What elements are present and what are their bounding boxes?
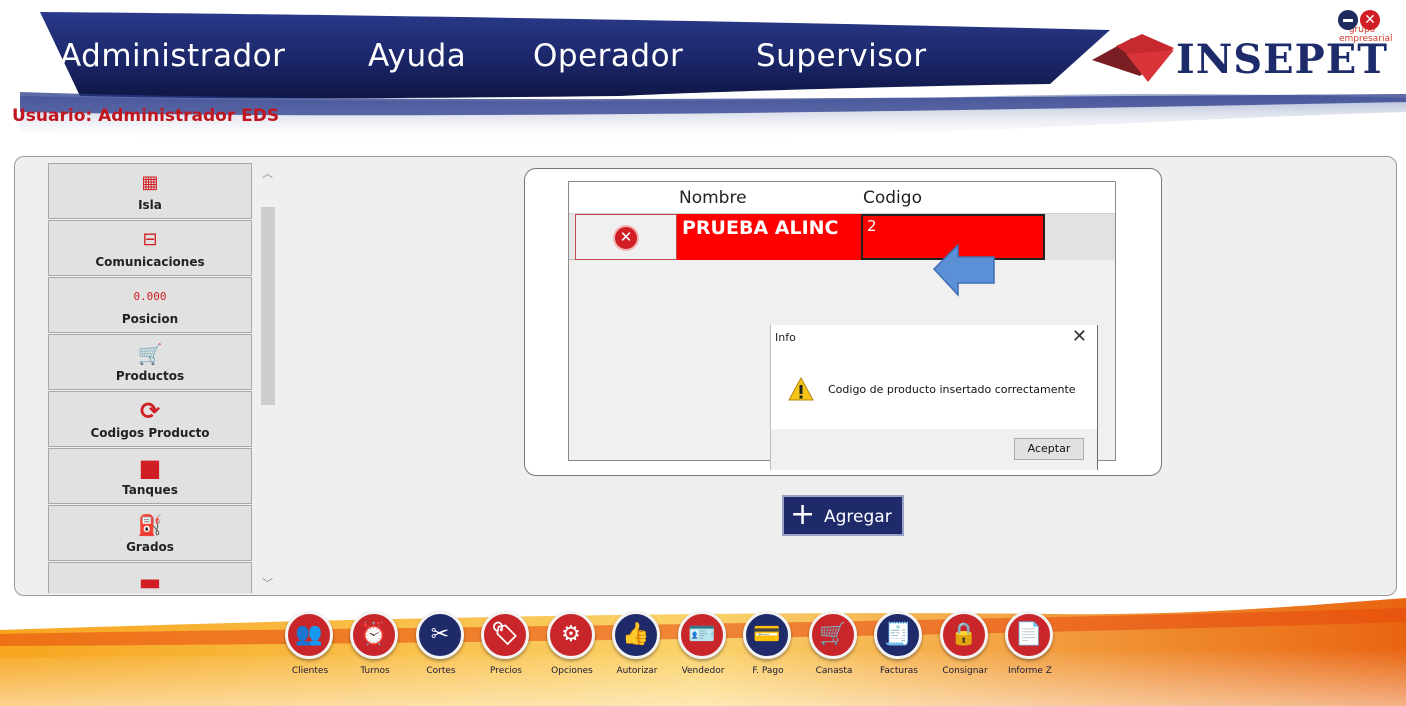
sidebar-scrollbar[interactable]: ︿ ﹀ (259, 163, 276, 593)
arrow-left-icon (932, 243, 995, 297)
sidebar-item-label: Posicion (121, 312, 179, 326)
digital-display-icon: 0.000 (133, 290, 167, 303)
cell-nombre[interactable]: PRUEBA ALINC (677, 214, 861, 260)
accept-button[interactable]: Aceptar (1014, 438, 1084, 460)
table-row[interactable]: ✕ PRUEBA ALINC 2 (569, 214, 1115, 260)
network-icon: ⊟ (142, 229, 158, 250)
sidebar-item-comunicaciones[interactable]: ⊟ Comunicaciones (48, 220, 252, 276)
delete-icon[interactable]: ✕ (613, 225, 639, 251)
sidebar-item-label: Comunicaciones (95, 255, 205, 269)
price-tag-icon: 🏷 (481, 611, 529, 659)
sidebar-item-label: Tanques (122, 483, 178, 497)
invoice-icon: 🧾 (874, 611, 922, 659)
payment-card-icon: 💳 (743, 611, 791, 659)
dialog-close-icon[interactable]: ✕ (1072, 326, 1087, 347)
delete-row-button[interactable]: ✕ (575, 214, 677, 260)
plus-icon: + (790, 497, 816, 532)
info-dialog: Info ✕ Codigo de producto insertado corr… (770, 325, 1098, 470)
sidebar: ▦ Isla ⊟ Comunicaciones 0.000 Posicion 🛒… (48, 163, 252, 593)
minimize-button[interactable] (1338, 10, 1358, 30)
sidebar-item-partial[interactable]: ▬ (48, 562, 252, 593)
refresh-icon: ⟳ (139, 397, 161, 425)
alarm-clock-icon: ⏰ (350, 611, 398, 659)
grid-header: Nombre Codigo (569, 182, 1115, 214)
sidebar-item-posicion[interactable]: 0.000 Posicion (48, 277, 252, 333)
fuel-nozzle-icon: ⛽ (137, 513, 163, 537)
safe-icon: 🔒 (940, 611, 988, 659)
sidebar-item-isla[interactable]: ▦ Isla (48, 163, 252, 219)
sidebar-item-codigos-producto[interactable]: ⟳ Codigos Producto (48, 391, 252, 447)
scrollbar-thumb[interactable] (261, 207, 275, 405)
dialog-message: Codigo de producto insertado correctamen… (828, 383, 1076, 396)
menu-operador[interactable]: Operador (533, 38, 683, 74)
dialog-title: Info (775, 331, 796, 344)
footer-button-informe-z[interactable]: 📄 Informe Z (997, 611, 1063, 677)
sidebar-item-grados[interactable]: ⛽ Grados (48, 505, 252, 561)
header: Administrador Ayuda Operador Supervisor … (0, 0, 1406, 150)
gears-icon: ⚙ (547, 611, 595, 659)
users-icon: 👥 (285, 611, 333, 659)
scissors-icon: ✂ (416, 611, 464, 659)
sidebar-item-tanques[interactable]: ■ Tanques (48, 448, 252, 504)
row-filler (1045, 214, 1115, 260)
close-button[interactable]: ✕ (1360, 10, 1380, 30)
dialog-footer: Aceptar (771, 429, 1097, 470)
sidebar-item-label: Isla (138, 198, 162, 212)
cart-icon: 🛒 (137, 342, 163, 366)
column-header-nombre[interactable]: Nombre (679, 188, 747, 208)
sidebar-item-label: Productos (115, 369, 185, 383)
scroll-up-icon[interactable]: ︿ (259, 165, 276, 181)
thumbs-up-icon: 👍 (612, 611, 660, 659)
report-icon: 📄 (1005, 611, 1053, 659)
sidebar-item-productos[interactable]: 🛒 Productos (48, 334, 252, 390)
warning-icon (788, 377, 814, 401)
pumps-icon: ▦ (141, 172, 159, 193)
add-button[interactable]: + Agregar (782, 495, 904, 536)
cell-codigo-value: 2 (867, 217, 877, 235)
scroll-down-icon[interactable]: ﹀ (259, 575, 276, 591)
menu-ayuda[interactable]: Ayuda (368, 38, 466, 74)
footer-button-label: Informe Z (1008, 666, 1052, 676)
tank-icon: ▬ (138, 568, 162, 593)
add-button-label: Agregar (824, 507, 892, 527)
menu-administrador[interactable]: Administrador (60, 38, 285, 74)
menu-supervisor[interactable]: Supervisor (756, 38, 927, 74)
sidebar-item-label: Grados (126, 540, 174, 554)
column-header-codigo[interactable]: Codigo (863, 188, 922, 208)
user-label: Usuario: Administrador EDS (12, 106, 280, 126)
id-card-icon: 🪪 (678, 611, 726, 659)
main-panel: ▦ Isla ⊟ Comunicaciones 0.000 Posicion 🛒… (14, 156, 1397, 596)
cart-icon: 🛒 (809, 611, 857, 659)
cell-nombre-value: PRUEBA ALINC (682, 217, 839, 239)
sidebar-item-label: Codigos Producto (90, 426, 210, 440)
tank-icon: ■ (138, 454, 162, 482)
